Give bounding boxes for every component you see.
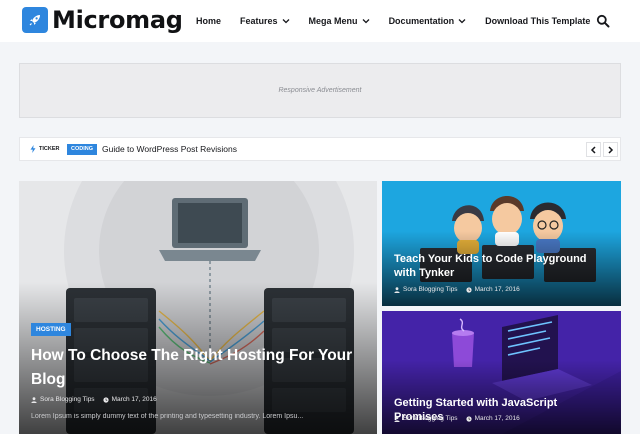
ticker-label: TICKER (30, 145, 59, 153)
chevron-left-icon (590, 145, 596, 154)
ticker-post-link[interactable]: Guide to WordPress Post Revisions (102, 144, 237, 154)
logo-text: Micromag (52, 6, 183, 34)
clock-icon (102, 396, 109, 403)
post-meta: Sora Blogging Tips March 17, 2016 (31, 396, 157, 403)
clock-icon (465, 286, 472, 293)
nav-label: Features (240, 16, 278, 26)
nav-features[interactable]: Features (240, 16, 290, 26)
featured-post-side[interactable]: Getting Started with JavaScript Promises… (382, 311, 621, 434)
post-excerpt: Lorem Ipsum is simply dummy text of the … (31, 413, 304, 420)
nav-documentation[interactable]: Documentation (389, 16, 467, 26)
post-author[interactable]: Sora Blogging Tips (31, 396, 95, 403)
chevron-down-icon (282, 19, 290, 24)
author-name: Sora Blogging Tips (403, 415, 458, 422)
ticker-prev-button[interactable] (586, 142, 601, 157)
post-date: March 17, 2016 (465, 415, 520, 422)
date-text: March 17, 2016 (474, 415, 520, 422)
bolt-icon (30, 145, 36, 153)
clock-icon (465, 415, 472, 422)
featured-post-main[interactable]: HOSTING How To Choose The Right Hosting … (19, 181, 377, 434)
news-ticker: TICKER CODING Guide to WordPress Post Re… (19, 137, 621, 161)
ticker-label-text: TICKER (39, 146, 60, 152)
nav-label: Mega Menu (308, 16, 358, 26)
site-header: Micromag Home Features Mega Menu Documen… (0, 0, 640, 42)
date-text: March 17, 2016 (474, 286, 520, 293)
rocket-icon (22, 7, 48, 33)
author-name: Sora Blogging Tips (403, 286, 458, 293)
author-name: Sora Blogging Tips (40, 396, 95, 403)
chevron-right-icon (608, 145, 614, 154)
post-author[interactable]: Sora Blogging Tips (394, 286, 458, 293)
nav-home[interactable]: Home (196, 16, 221, 26)
post-date: March 17, 2016 (465, 286, 520, 293)
post-meta: Sora Blogging Tips March 17, 2016 (394, 286, 520, 293)
ticker-category-badge[interactable]: CODING (67, 144, 97, 155)
chevron-down-icon (362, 19, 370, 24)
nav-label: Download This Template (485, 16, 591, 26)
post-title[interactable]: How To Choose The Right Hosting For Your… (31, 344, 361, 392)
user-icon (394, 415, 400, 422)
post-author[interactable]: Sora Blogging Tips (394, 415, 458, 422)
nav-download-template[interactable]: Download This Template (485, 16, 590, 26)
ticker-next-button[interactable] (603, 142, 618, 157)
nav-label: Documentation (388, 16, 455, 26)
post-title[interactable]: Teach Your Kids to Code Playground with … (394, 252, 609, 280)
user-icon (394, 286, 400, 293)
main-nav: Home Features Mega Menu Documentation Do… (196, 0, 609, 42)
date-text: March 17, 2016 (111, 396, 157, 403)
post-date: March 17, 2016 (102, 396, 157, 403)
chevron-down-icon (458, 19, 466, 24)
nav-mega-menu[interactable]: Mega Menu (309, 16, 370, 26)
site-logo[interactable]: Micromag (22, 5, 183, 35)
nav-label: Home (196, 16, 222, 26)
advertisement-box[interactable]: Responsive Advertisement (19, 63, 621, 118)
category-badge[interactable]: HOSTING (31, 323, 71, 336)
user-icon (31, 396, 37, 403)
search-icon[interactable] (596, 14, 610, 28)
post-meta: Sora Blogging Tips March 17, 2016 (394, 415, 520, 422)
featured-post-side[interactable]: Teach Your Kids to Code Playground with … (382, 181, 621, 306)
ad-label: Responsive Advertisement (278, 87, 362, 94)
